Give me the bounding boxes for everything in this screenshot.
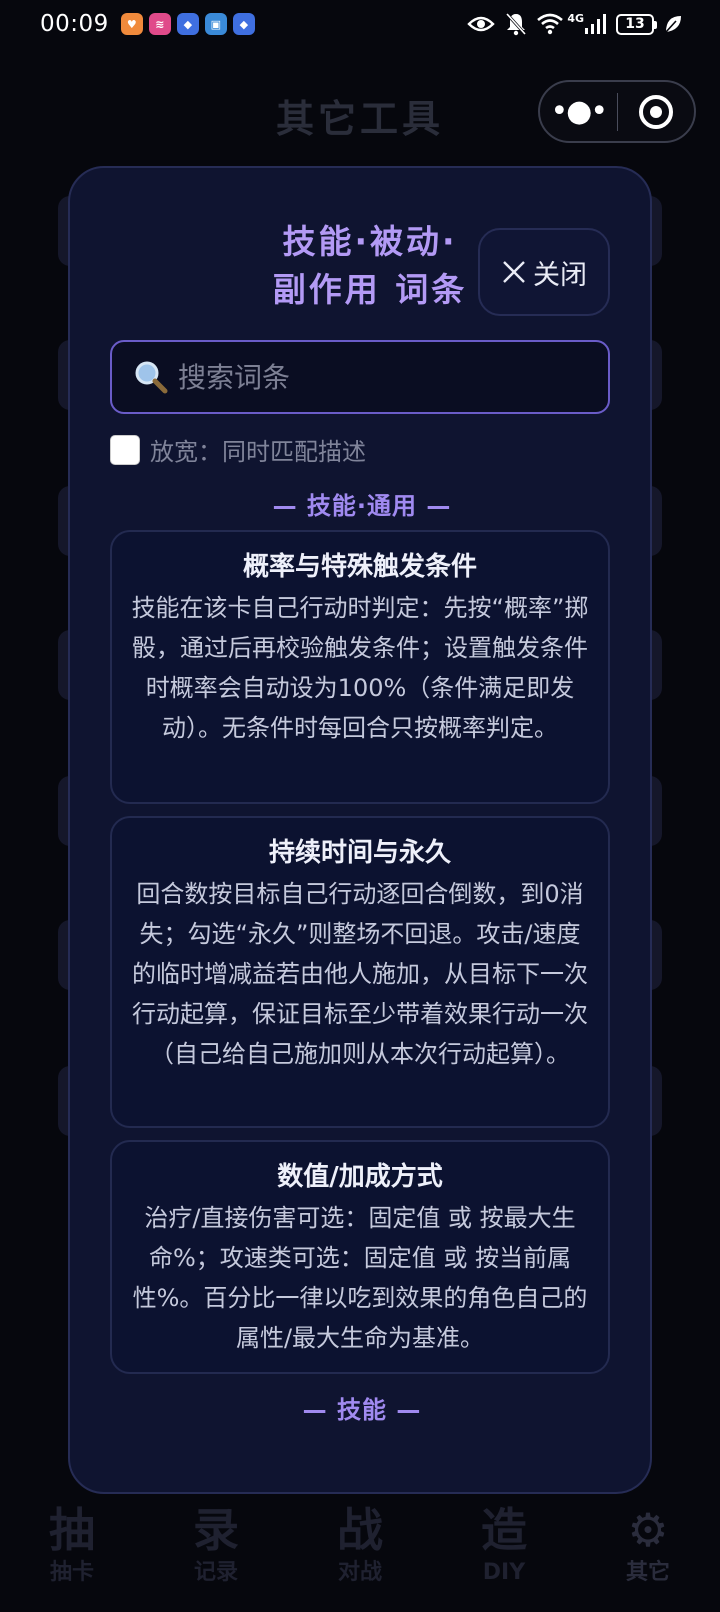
status-time: 00:09 (40, 11, 109, 37)
app-notification-icon: ≋ (148, 13, 171, 35)
nav-label: 其它 (625, 1560, 670, 1585)
gear-icon: ⚙ (627, 1503, 669, 1557)
nav-label: 记录 (193, 1560, 238, 1585)
mute-bell-icon (506, 12, 527, 36)
target-icon (638, 94, 673, 129)
nav-label: 抽卡 (49, 1560, 94, 1585)
wifi-icon (537, 13, 564, 35)
search-input[interactable] (178, 360, 608, 394)
close-button[interactable]: 关闭 (478, 228, 610, 316)
app-notification-icon: ◆ (176, 13, 199, 35)
eye-icon (467, 16, 496, 32)
entry-description: 技能在该卡自己行动时判定：先按“概率”掷骰，通过后再校验触发条件；设置触发条件时… (131, 594, 589, 742)
draw-icon: 抽 (49, 1503, 95, 1557)
battle-icon: 战 (337, 1503, 383, 1557)
battery-icon: 13 (616, 13, 657, 35)
nav-item-diy[interactable]: 造 DIY (449, 1501, 559, 1587)
records-icon: 录 (193, 1503, 239, 1557)
nav-label: DIY (482, 1560, 526, 1585)
close-mini-program-button[interactable] (618, 94, 695, 129)
nav-item-other[interactable]: ⚙ 其它 (593, 1501, 703, 1587)
notification-icons: ♥ ≋ ◆ ▣ ◆ (120, 13, 255, 35)
more-options-icon[interactable]: •●• (540, 96, 617, 127)
leaf-icon (665, 16, 681, 33)
entry-title: 概率与特殊触发条件 (242, 552, 477, 582)
close-button-label: 关闭 (533, 259, 587, 291)
status-bar: 00:09 ♥ ≋ ◆ ▣ ◆ 4G 13 (0, 0, 720, 48)
entry-title: 数值/加成方式 (277, 1162, 443, 1192)
search-icon (135, 361, 168, 394)
search-box[interactable] (110, 340, 610, 414)
entry-title: 持续时间与永久 (268, 838, 451, 868)
broaden-match-option[interactable]: 放宽：同时匹配描述 (110, 432, 366, 467)
modal-title-line1: 技能·被动· (282, 222, 458, 261)
nav-label: 对战 (337, 1560, 382, 1585)
signal-icon (585, 14, 606, 34)
nav-item-draw[interactable]: 抽 抽卡 (17, 1501, 127, 1587)
close-icon (503, 261, 525, 283)
section-header-general: — 技能·通用 — (272, 492, 452, 520)
modal-title: 技能·被动· 副作用 词条 (220, 218, 520, 314)
broaden-match-checkbox[interactable] (110, 434, 140, 465)
create-icon: 造 (481, 1503, 527, 1557)
entry-card: 概率与特殊触发条件 技能在该卡自己行动时判定：先按“概率”掷骰，通过后再校验触发… (110, 530, 610, 804)
entry-card: 数值/加成方式 治疗/直接伤害可选：固定值 或 按最大生命%；攻速类可选：固定值… (110, 1140, 610, 1374)
app-notification-icon: ♥ (120, 13, 143, 35)
section-header-skills: — 技能 — (302, 1396, 422, 1424)
glossary-modal: 技能·被动· 副作用 词条 关闭 放宽：同时匹配描述 — 技能·通用 — 概率与… (68, 166, 652, 1494)
network-type: 4G (567, 11, 584, 25)
mini-program-capsule: •●• (538, 80, 696, 143)
nav-item-records[interactable]: 录 记录 (161, 1501, 271, 1587)
entry-description: 回合数按目标自己行动逐回合倒数，到0消失；勾选“永久”则整场不回退。攻击/速度的… (132, 880, 588, 1068)
broaden-match-label: 放宽：同时匹配描述 (150, 438, 366, 466)
status-indicators: 4G 13 (467, 12, 682, 36)
app-notification-icon: ▣ (204, 13, 227, 35)
nav-item-battle[interactable]: 战 对战 (305, 1501, 415, 1587)
modal-title-line2: 副作用 词条 (272, 270, 468, 309)
app-notification-icon: ◆ (232, 13, 255, 35)
entry-description: 治疗/直接伤害可选：固定值 或 按最大生命%；攻速类可选：固定值 或 按当前属性… (132, 1204, 588, 1352)
bottom-nav: 抽 抽卡 录 记录 战 对战 造 DIY ⚙ 其它 (0, 1482, 720, 1612)
entry-card: 持续时间与永久 回合数按目标自己行动逐回合倒数，到0消失；勾选“永久”则整场不回… (110, 816, 610, 1128)
